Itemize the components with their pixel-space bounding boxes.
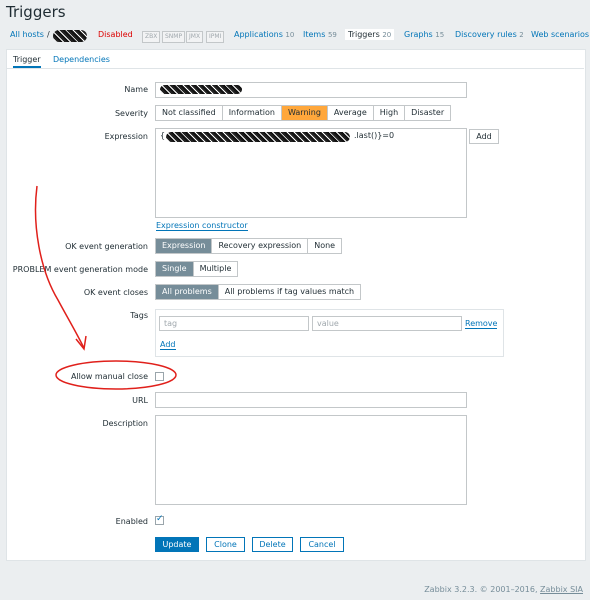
severity-high[interactable]: High xyxy=(373,106,406,120)
host-status-disabled[interactable]: Disabled xyxy=(98,30,133,39)
footer-version: Zabbix 3.2.3. © 2001–2016, xyxy=(424,585,538,594)
cancel-button[interactable]: Cancel xyxy=(300,537,344,552)
web-scenarios-link[interactable]: Web scenarios xyxy=(531,30,589,39)
tab-divider xyxy=(6,68,584,69)
problem-mode-selector: Single Multiple xyxy=(155,261,239,277)
availability-ipmi: IPMI xyxy=(206,31,225,43)
triggers-label: Triggers xyxy=(348,30,380,39)
discovery-count: 2 xyxy=(519,31,524,39)
availability-snmp: SNMP xyxy=(162,31,186,43)
redacted-trigger-name xyxy=(160,85,242,94)
severity-warning[interactable]: Warning xyxy=(282,106,328,120)
add-tag-link[interactable]: Add xyxy=(160,340,176,350)
delete-button[interactable]: Delete xyxy=(252,537,293,552)
description-textarea[interactable] xyxy=(155,415,467,505)
items-count: 59 xyxy=(327,31,337,39)
breadcrumb-separator: / xyxy=(47,30,50,39)
severity-label: Severity xyxy=(114,109,148,118)
ok-event-closes-selector: All problems All problems if tag values … xyxy=(155,284,362,300)
problem-mode-multiple[interactable]: Multiple xyxy=(193,262,238,276)
footer: Zabbix 3.2.3. © 2001–2016, Zabbix SIA xyxy=(0,585,583,594)
graphs-count: 15 xyxy=(435,31,445,39)
severity-average[interactable]: Average xyxy=(327,106,374,120)
severity-disaster[interactable]: Disaster xyxy=(405,106,451,120)
problem-mode-single[interactable]: Single xyxy=(156,262,194,276)
severity-information[interactable]: Information xyxy=(222,106,282,120)
redacted-expression xyxy=(166,132,350,142)
tags-label: Tags xyxy=(130,311,148,320)
tab-trigger[interactable]: Trigger xyxy=(13,55,41,68)
enabled-checkbox[interactable] xyxy=(155,514,164,525)
applications-count: 10 xyxy=(285,31,295,39)
availability-zbx: ZBX xyxy=(142,31,161,43)
tag-value-input[interactable]: value xyxy=(312,316,462,331)
ok-gen-expression[interactable]: Expression xyxy=(156,239,213,253)
items-link[interactable]: Items 59 xyxy=(303,30,337,39)
value-placeholder: value xyxy=(317,319,339,328)
enabled-label: Enabled xyxy=(115,517,148,526)
description-label: Description xyxy=(102,419,148,428)
availability-jmx: JMX xyxy=(186,31,204,43)
tab-dependencies[interactable]: Dependencies xyxy=(53,55,110,64)
expression-textarea[interactable]: { .last()}=0 xyxy=(155,128,467,218)
tag-name-input[interactable]: tag xyxy=(159,316,309,331)
expression-label: Expression xyxy=(104,132,148,141)
ok-event-generation-label: OK event generation xyxy=(65,242,148,251)
ok-gen-recovery-expression[interactable]: Recovery expression xyxy=(212,239,309,253)
name-label: Name xyxy=(124,85,148,94)
host-navigation: All hosts / Disabled ZBX SNMP JMX IPMI A… xyxy=(0,27,590,47)
problem-mode-label: PROBLEM event generation mode xyxy=(12,265,148,274)
all-hosts-link[interactable]: All hosts xyxy=(10,30,44,39)
footer-company-link[interactable]: Zabbix SIA xyxy=(540,585,583,594)
triggers-count: 20 xyxy=(382,31,392,39)
allow-manual-close-checkbox[interactable] xyxy=(155,372,164,381)
discovery-label: Discovery rules xyxy=(455,30,517,39)
graphs-link[interactable]: Graphs 15 xyxy=(404,30,444,39)
ok-gen-none[interactable]: None xyxy=(308,239,342,253)
url-input[interactable] xyxy=(155,392,467,408)
discovery-rules-link[interactable]: Discovery rules 2 xyxy=(455,30,524,39)
applications-link[interactable]: Applications 10 xyxy=(234,30,294,39)
clone-button[interactable]: Clone xyxy=(206,537,245,552)
applications-label: Applications xyxy=(234,30,283,39)
severity-not-classified[interactable]: Not classified xyxy=(156,106,223,120)
remove-tag-link[interactable]: Remove xyxy=(465,319,498,329)
expression-prefix: { xyxy=(160,131,166,140)
ok-event-closes-label: OK event closes xyxy=(83,288,148,297)
expression-constructor-link[interactable]: Expression constructor xyxy=(156,221,248,231)
tag-placeholder: tag xyxy=(164,319,178,328)
items-label: Items xyxy=(303,30,326,39)
expression-suffix: .last()}=0 xyxy=(354,131,395,140)
graphs-label: Graphs xyxy=(404,30,433,39)
ok-closes-tag-match[interactable]: All problems if tag values match xyxy=(218,285,361,299)
redacted-host-name xyxy=(53,30,87,42)
severity-selector: Not classified Information Warning Avera… xyxy=(155,105,452,121)
expression-add-button[interactable]: Add xyxy=(469,129,499,144)
update-button[interactable]: Update xyxy=(155,537,199,552)
triggers-tab-active[interactable]: Triggers 20 xyxy=(345,29,395,40)
page-title: Triggers xyxy=(6,3,66,21)
ok-closes-all-problems[interactable]: All problems xyxy=(156,285,219,299)
name-input[interactable] xyxy=(155,82,467,98)
ok-event-generation-selector: Expression Recovery expression None xyxy=(155,238,343,254)
allow-manual-close-label: Allow manual close xyxy=(70,372,148,381)
url-label: URL xyxy=(132,396,148,405)
